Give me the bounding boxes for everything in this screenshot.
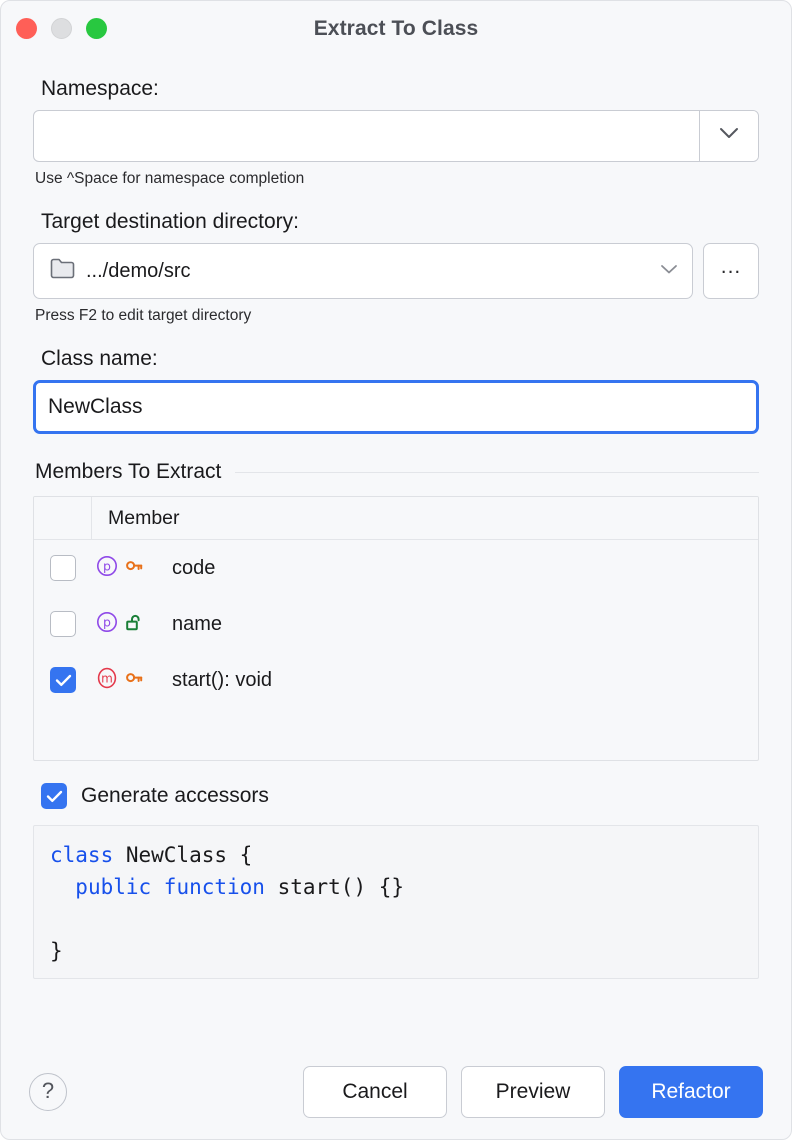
- method-icon: m: [94, 665, 120, 696]
- namespace-hint: Use ^Space for namespace completion: [35, 170, 759, 188]
- svg-text:m: m: [101, 671, 113, 685]
- namespace-label: Namespace:: [41, 77, 759, 100]
- generate-accessors-label: Generate accessors: [81, 784, 269, 808]
- members-table: Member p: [33, 496, 759, 761]
- dialog-footer: ? Cancel Preview Refactor: [1, 1045, 791, 1139]
- dialog-title: Extract To Class: [314, 17, 479, 41]
- code-text: start() {}: [265, 875, 404, 899]
- member-name: name: [166, 613, 758, 636]
- namespace-row: [33, 110, 759, 162]
- namespace-combo[interactable]: [33, 110, 759, 162]
- namespace-input[interactable]: [34, 111, 699, 161]
- row-kind-icons: p: [92, 609, 166, 640]
- row-checkbox-cell[interactable]: [34, 667, 92, 693]
- refactor-button[interactable]: Refactor: [619, 1066, 763, 1118]
- close-button[interactable]: [16, 18, 37, 39]
- target-directory-value: .../demo/src: [86, 260, 660, 283]
- code-keyword: public function: [75, 875, 265, 899]
- generate-accessors-row[interactable]: Generate accessors: [41, 783, 759, 809]
- target-directory-label: Target destination directory:: [41, 210, 759, 233]
- row-checkbox-cell[interactable]: [34, 555, 92, 581]
- property-icon: p: [94, 609, 120, 640]
- key-icon: [124, 556, 144, 581]
- preview-button[interactable]: Preview: [461, 1066, 605, 1118]
- code-keyword: class: [50, 843, 113, 867]
- code-preview: class NewClass { public function start()…: [33, 825, 759, 979]
- zoom-button[interactable]: [86, 18, 107, 39]
- generate-accessors-checkbox[interactable]: [41, 783, 67, 809]
- extract-to-class-dialog: Extract To Class Namespace: Use ^Space f…: [0, 0, 792, 1140]
- members-group-label: Members To Extract: [35, 460, 221, 484]
- header-member-column: Member: [92, 507, 758, 530]
- row-kind-icons: m: [92, 665, 166, 696]
- chevron-down-icon: [719, 127, 739, 145]
- title-bar: Extract To Class: [1, 1, 791, 57]
- folder-icon: [50, 258, 75, 284]
- target-directory-combo[interactable]: .../demo/src: [33, 243, 693, 299]
- row-kind-icons: p: [92, 553, 166, 584]
- class-name-input[interactable]: [33, 380, 759, 434]
- code-text: }: [50, 939, 63, 963]
- target-directory-hint: Press F2 to edit target directory: [35, 307, 759, 325]
- window-controls: [16, 18, 107, 39]
- svg-text:p: p: [103, 614, 111, 629]
- member-checkbox[interactable]: [50, 667, 76, 693]
- members-group-separator: Members To Extract: [35, 460, 759, 484]
- unlocked-padlock-icon: [124, 612, 144, 637]
- key-icon: [124, 668, 144, 693]
- class-name-label: Class name:: [41, 347, 759, 370]
- dialog-content: Namespace: Use ^Space for namespace comp…: [1, 77, 791, 979]
- cancel-button[interactable]: Cancel: [303, 1066, 447, 1118]
- namespace-dropdown-button[interactable]: [699, 111, 758, 161]
- chevron-down-icon[interactable]: [660, 262, 678, 280]
- table-empty-space: [34, 708, 758, 760]
- table-row[interactable]: m start(): void: [34, 652, 758, 708]
- separator-line: [235, 472, 759, 473]
- svg-text:p: p: [103, 558, 111, 573]
- table-row[interactable]: p code: [34, 540, 758, 596]
- member-checkbox[interactable]: [50, 611, 76, 637]
- member-name: code: [166, 557, 758, 580]
- help-button[interactable]: ?: [29, 1073, 67, 1111]
- minimize-button[interactable]: [51, 18, 72, 39]
- code-text: NewClass {: [113, 843, 252, 867]
- header-checkbox-column: [34, 497, 92, 539]
- table-row[interactable]: p name: [34, 596, 758, 652]
- member-checkbox[interactable]: [50, 555, 76, 581]
- members-table-header: Member: [34, 497, 758, 540]
- target-directory-row: .../demo/src ...: [33, 243, 759, 299]
- browse-directory-button[interactable]: ...: [703, 243, 759, 299]
- property-icon: p: [94, 553, 120, 584]
- member-name: start(): void: [166, 669, 758, 692]
- row-checkbox-cell[interactable]: [34, 611, 92, 637]
